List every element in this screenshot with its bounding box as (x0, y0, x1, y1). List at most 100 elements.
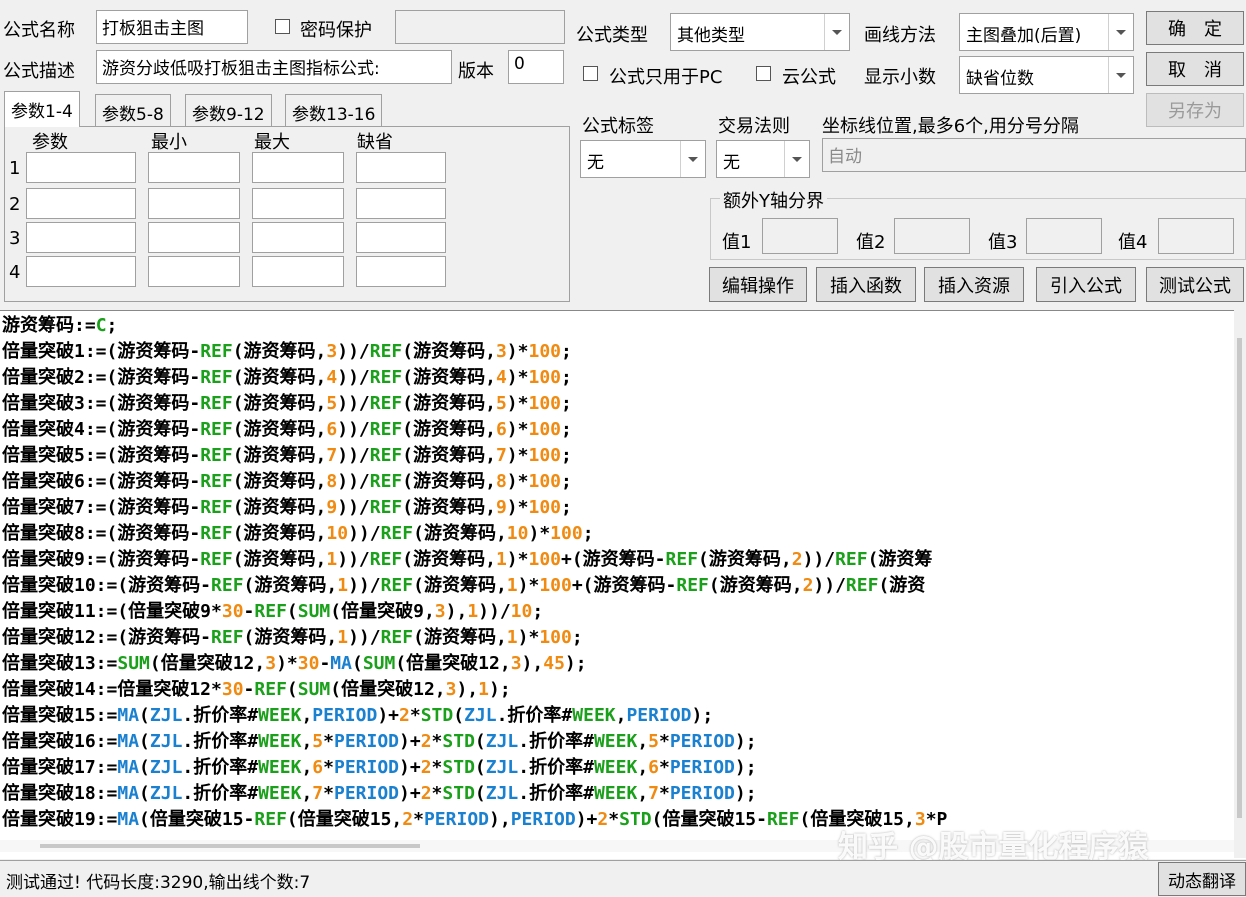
draw-method-select[interactable]: 主图叠加(后置) (959, 13, 1134, 51)
code-line: 倍量突破19:=MA(倍量突破15-REF(倍量突破15,2*PERIOD),P… (2, 807, 947, 833)
tag-label: 公式标签 (582, 116, 654, 137)
param-min-input[interactable] (148, 222, 240, 253)
param-header-name: 参数 (32, 132, 68, 153)
code-token: 5 (326, 393, 338, 414)
param-name-input[interactable] (26, 188, 136, 219)
pc-only-checkbox[interactable] (583, 66, 598, 81)
code-line: 倍量突破15:=MA(ZJL.折价率#WEEK,PERIOD)+2*STD(ZJ… (2, 703, 713, 729)
insert-resource-button[interactable]: 插入资源 (924, 267, 1024, 302)
param-min-input[interactable] (148, 256, 240, 287)
code-text: (倍量突破15- (651, 809, 767, 830)
insert-function-button[interactable]: 插入函数 (816, 267, 916, 302)
code-text: * (431, 731, 443, 752)
code-token: REF (200, 419, 233, 440)
code-text: (游资筹码, (698, 549, 792, 570)
code-token: REF (200, 549, 233, 570)
scroll-thumb[interactable] (40, 844, 420, 848)
tag-value: 无 (587, 153, 604, 173)
tab-params-5-8[interactable]: 参数5-8 (95, 94, 171, 126)
y-value-1-input[interactable] (762, 218, 838, 254)
code-token: 100 (528, 445, 561, 466)
code-line: 倍量突破7:=(游资筹码-REF(游资筹码,9))/REF(游资筹码,9)*10… (2, 495, 572, 521)
edit-ops-button[interactable]: 编辑操作 (709, 267, 807, 302)
code-token: 100 (539, 627, 572, 648)
code-line: 倍量突破8:=(游资筹码-REF(游资筹码,10))/REF(游资筹码,10)*… (2, 521, 594, 547)
vertical-scrollbar[interactable] (1234, 310, 1246, 858)
formula-desc-input[interactable]: 游资分歧低吸打板狙击主图指标公式: (96, 50, 452, 84)
code-text: 倍量突破9:=(游资筹码- (2, 549, 201, 570)
code-token: 1 (506, 627, 518, 648)
code-text: 倍量突破6:=(游资筹码- (2, 471, 201, 492)
code-token: 10 (510, 601, 533, 622)
param-default-input[interactable] (356, 188, 446, 219)
cloud-checkbox[interactable] (756, 66, 771, 81)
import-formula-button[interactable]: 引入公式 (1036, 267, 1136, 302)
tag-select[interactable]: 无 (580, 140, 706, 178)
code-token: 100 (528, 367, 561, 388)
param-min-input[interactable] (148, 152, 240, 183)
code-text: (游资筹码, (243, 627, 338, 648)
y-value-3-input[interactable] (1026, 218, 1102, 254)
trade-rule-select[interactable]: 无 (716, 140, 810, 178)
y-value-2-input[interactable] (894, 218, 970, 254)
param-max-input[interactable] (252, 222, 344, 253)
code-text: ))/ (337, 471, 370, 492)
param-max-input[interactable] (252, 256, 344, 287)
tab-params-9-12[interactable]: 参数9-12 (185, 94, 272, 126)
code-line: 倍量突破6:=(游资筹码-REF(游资筹码,8))/REF(游资筹码,8)*10… (2, 469, 572, 495)
param-default-input[interactable] (356, 152, 446, 183)
code-text: ))/ (348, 575, 381, 596)
param-row-label: 4 (9, 262, 21, 283)
code-text: ; (561, 419, 572, 440)
param-default-input[interactable] (356, 256, 446, 287)
formula-name-input[interactable]: 打板狙击主图 (96, 10, 248, 44)
tab-params-1-4[interactable]: 参数1-4 (4, 91, 80, 127)
code-token: STD (442, 731, 475, 752)
code-line: 倍量突破17:=MA(ZJL.折价率#WEEK,6*PERIOD)+2*STD(… (2, 755, 757, 781)
code-text: +(游资筹码- (571, 575, 677, 596)
code-token: ZJL (464, 705, 497, 726)
code-token: REF (211, 575, 244, 596)
code-token: 2 (420, 783, 432, 804)
code-token: PERIOD (510, 809, 576, 830)
code-token: ZJL (485, 783, 519, 804)
param-max-input[interactable] (252, 152, 344, 183)
code-token: REF (380, 523, 414, 544)
code-text: * (431, 757, 443, 778)
param-min-input[interactable] (148, 188, 240, 219)
dynamic-translate-button[interactable]: 动态翻译 (1158, 862, 1246, 896)
code-text: (游资 (878, 575, 926, 596)
password-input[interactable] (395, 10, 565, 44)
code-text: ( (474, 783, 486, 804)
code-text: .折价率# (182, 757, 259, 778)
param-name-input[interactable] (26, 256, 136, 287)
code-token: STD (442, 783, 475, 804)
code-text: , (301, 731, 313, 752)
formula-type-select[interactable]: 其他类型 (670, 13, 850, 51)
code-editor[interactable]: 游资筹码:=C; 倍量突破1:=(游资筹码-REF(游资筹码,3))/REF(游资… (0, 310, 1246, 859)
cancel-button[interactable]: 取 消 (1146, 52, 1244, 86)
ok-button[interactable]: 确 定 (1146, 11, 1244, 45)
code-text: )* (506, 497, 529, 518)
code-text: 倍量突破11:=(倍量突破9* (2, 601, 222, 622)
scroll-thumb[interactable] (1237, 338, 1242, 818)
param-max-input[interactable] (252, 188, 344, 219)
decimals-select[interactable]: 缺省位数 (959, 56, 1134, 94)
param-name-input[interactable] (26, 152, 136, 183)
tab-params-13-16[interactable]: 参数13-16 (285, 94, 383, 126)
code-token: PERIOD (626, 705, 692, 726)
code-token: WEEK (258, 731, 302, 752)
param-default-input[interactable] (356, 222, 446, 253)
save-as-button[interactable]: 另存为 (1146, 93, 1244, 127)
password-checkbox[interactable] (275, 19, 290, 34)
version-input[interactable]: 0 (508, 50, 564, 84)
param-name-input[interactable] (26, 222, 136, 253)
code-line: 倍量突破18:=MA(ZJL.折价率#WEEK,7*PERIOD)+2*STD(… (2, 781, 757, 807)
test-formula-button[interactable]: 测试公式 (1146, 267, 1244, 302)
code-text: )* (506, 471, 529, 492)
code-text: ; (561, 341, 572, 362)
extra-y-axis-label: 额外Y轴分界 (720, 187, 827, 213)
y-value-4-input[interactable] (1158, 218, 1234, 254)
code-text: )* (517, 627, 540, 648)
axis-position-input[interactable]: 自动 (822, 138, 1246, 172)
